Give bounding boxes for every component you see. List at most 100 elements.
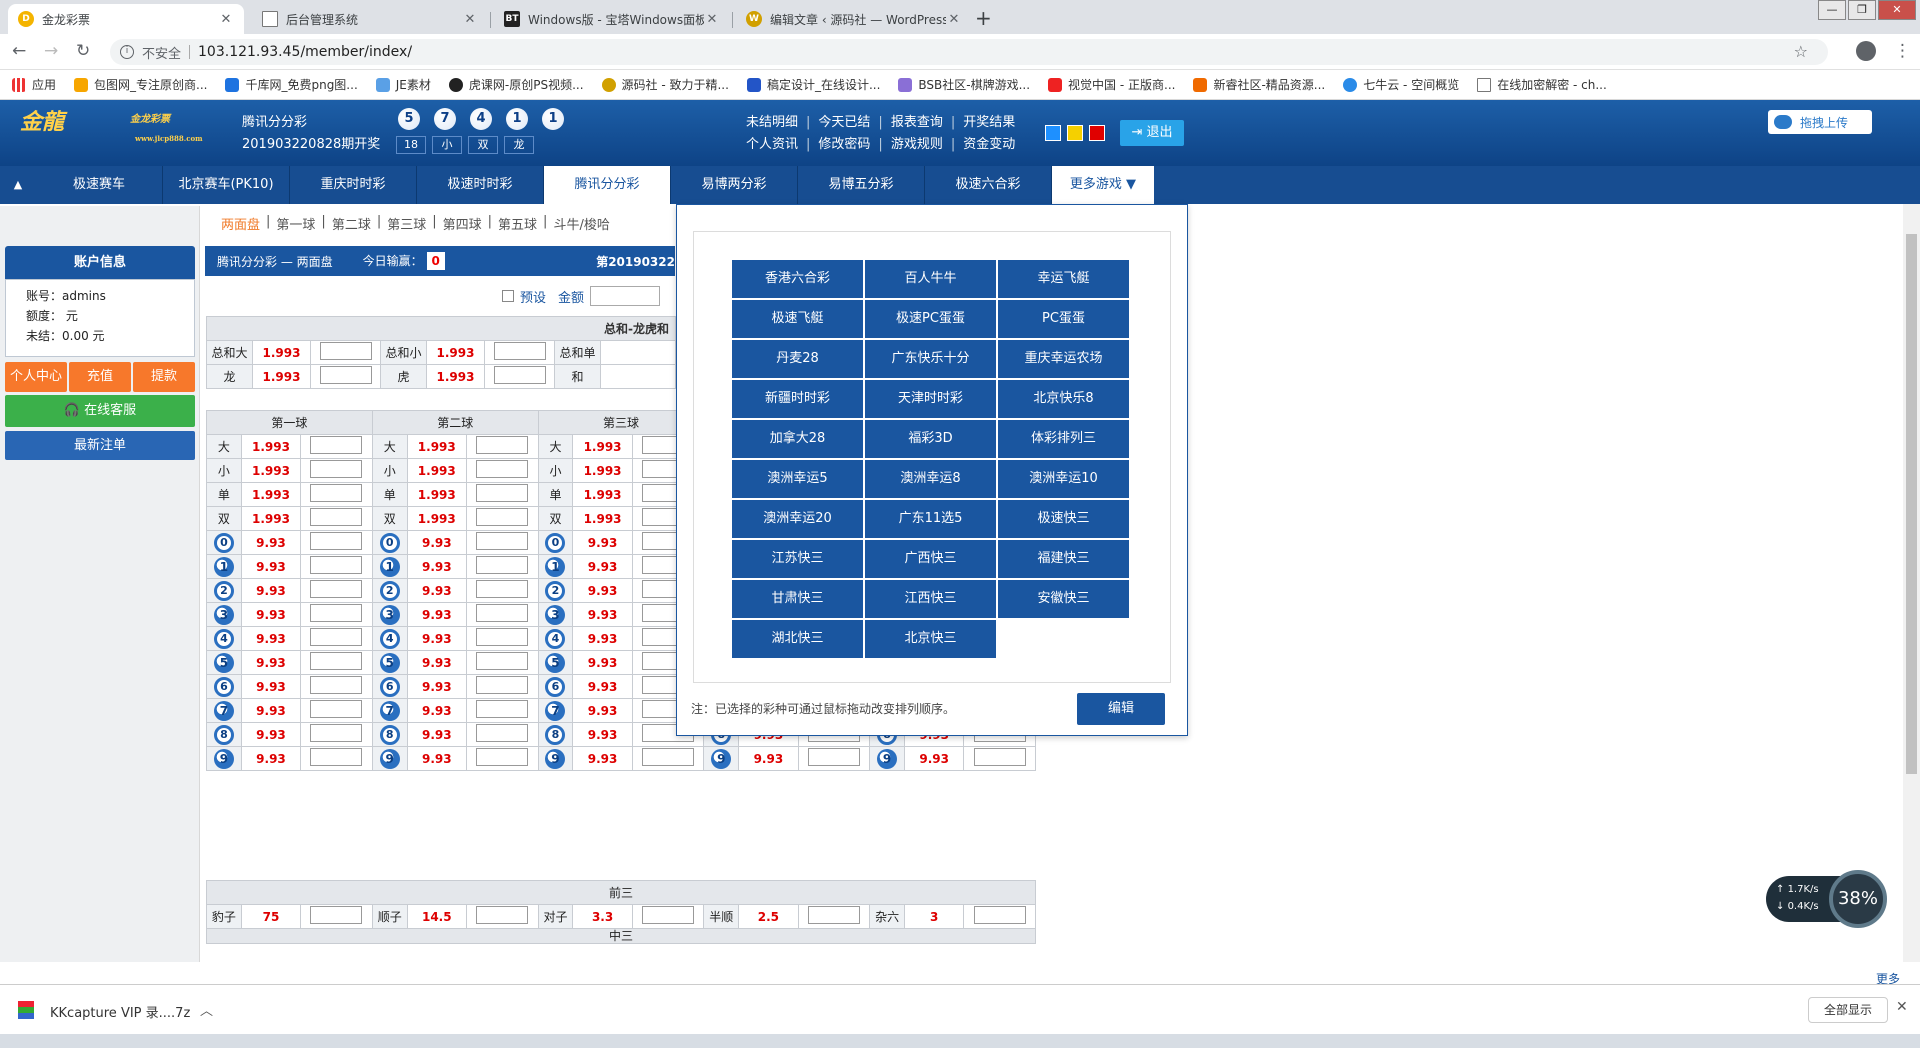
bookmark-item[interactable]: 源码社 - 致力于精... — [601, 76, 729, 93]
page-scrollbar[interactable] — [1903, 204, 1920, 962]
maximize-icon[interactable]: ❐ — [1848, 0, 1876, 20]
bet-amount-input[interactable] — [493, 366, 546, 384]
game-button[interactable]: 安徽快三 — [998, 580, 1129, 618]
show-all-button[interactable]: 全部显示 — [1808, 997, 1888, 1023]
bookmark-item[interactable]: 虎课网-原创PS视频... — [448, 76, 584, 93]
close-tab-icon[interactable]: ✕ — [218, 12, 234, 27]
game-button[interactable]: 丹麦28 — [732, 340, 863, 378]
bet-amount-input[interactable] — [310, 748, 363, 766]
bookmark-item[interactable]: 千库网_免费png图... — [225, 76, 358, 93]
bet-amount-input[interactable] — [476, 724, 529, 742]
bet-amount-input[interactable] — [476, 460, 529, 478]
bet-amount-input[interactable] — [310, 436, 363, 454]
personal-center-button[interactable]: 个人中心 — [5, 362, 67, 392]
bet-amount-input[interactable] — [310, 652, 363, 670]
bet-amount-input[interactable] — [807, 906, 860, 924]
game-button[interactable]: 澳洲幸运10 — [998, 460, 1129, 498]
link-reports[interactable]: 报表查询 — [891, 112, 943, 134]
bet-amount-input[interactable] — [310, 532, 363, 550]
bet-amount-input[interactable] — [973, 748, 1026, 766]
chevron-up-icon[interactable]: ︿ — [200, 1000, 213, 1019]
link-rules[interactable]: 游戏规则 — [891, 134, 943, 156]
nav-item[interactable]: 易博五分彩 — [798, 166, 925, 204]
bet-amount-input[interactable] — [476, 628, 529, 646]
subtab[interactable]: 斗牛/梭哈 — [553, 214, 609, 233]
bet-amount-input[interactable] — [319, 366, 372, 384]
game-button[interactable]: 北京快三 — [865, 620, 996, 658]
subtab[interactable]: 第三球 — [387, 214, 426, 233]
address-bar[interactable]: i 不安全 103.121.93.45/member/index/ ☆ — [110, 39, 1828, 65]
url-text[interactable]: 103.121.93.45/member/index/ — [198, 44, 412, 60]
bet-amount-input[interactable] — [310, 906, 363, 924]
skin-red-button[interactable] — [1089, 125, 1105, 141]
bookmark-item[interactable]: 包图网_专注原创商... — [74, 76, 207, 93]
more-games-button[interactable]: 更多游戏 ▼ — [1052, 166, 1154, 204]
nav-item[interactable]: 极速时时彩 — [417, 166, 544, 204]
bookmark-star-icon[interactable]: ☆ — [1794, 42, 1808, 61]
link-results[interactable]: 开奖结果 — [963, 112, 1015, 134]
preset-amount-input[interactable] — [590, 286, 661, 306]
game-button[interactable]: 北京快乐8 — [998, 380, 1129, 418]
game-button[interactable]: 福彩3D — [865, 420, 996, 458]
bet-amount-input[interactable] — [807, 748, 860, 766]
info-icon[interactable]: i — [120, 45, 134, 59]
forward-icon[interactable]: → — [44, 41, 58, 61]
browser-tab[interactable]: 后台管理系统 ✕ — [252, 4, 488, 34]
game-button[interactable]: PC蛋蛋 — [998, 300, 1129, 338]
edit-button[interactable]: 编辑 — [1077, 693, 1165, 725]
bookmark-item[interactable]: 七牛云 - 空间概览 — [1343, 76, 1459, 93]
bookmark-item[interactable]: 视觉中国 - 正版商... — [1048, 76, 1175, 93]
bet-amount-input[interactable] — [476, 508, 529, 526]
game-button[interactable]: 天津时时彩 — [865, 380, 996, 418]
game-button[interactable]: 极速飞艇 — [732, 300, 863, 338]
bet-amount-input[interactable] — [310, 580, 363, 598]
bet-amount-input[interactable] — [476, 532, 529, 550]
bookmark-item[interactable]: 新睿社区-精品资源... — [1193, 76, 1325, 93]
subtab[interactable]: 两面盘 — [221, 214, 260, 233]
close-tab-icon[interactable]: ✕ — [704, 12, 720, 27]
new-tab-icon[interactable]: + — [975, 6, 992, 30]
game-button[interactable]: 新疆时时彩 — [732, 380, 863, 418]
link-unsettled[interactable]: 未结明细 — [746, 112, 798, 134]
game-button[interactable]: 幸运飞艇 — [998, 260, 1129, 298]
bet-amount-input[interactable] — [642, 906, 695, 924]
link-settled-today[interactable]: 今天已结 — [818, 112, 870, 134]
game-button[interactable]: 体彩排列三 — [998, 420, 1129, 458]
subtab[interactable]: 第四球 — [443, 214, 482, 233]
bet-amount-input[interactable] — [310, 460, 363, 478]
bookmark-item[interactable]: JE素材 — [375, 76, 431, 93]
nav-item[interactable]: 北京赛车(PK10) — [163, 166, 290, 204]
subtab[interactable]: 第一球 — [276, 214, 315, 233]
bet-amount-input[interactable] — [476, 580, 529, 598]
browser-tab[interactable]: D 金龙彩票 ✕ — [8, 4, 244, 34]
bet-amount-input[interactable] — [493, 342, 546, 360]
close-window-icon[interactable]: ✕ — [1878, 0, 1916, 20]
drag-upload-button[interactable]: 拖拽上传 — [1768, 110, 1872, 134]
bet-amount-input[interactable] — [476, 484, 529, 502]
withdraw-button[interactable]: 提款 — [133, 362, 195, 392]
deposit-button[interactable]: 充值 — [69, 362, 131, 392]
link-change-password[interactable]: 修改密码 — [818, 134, 870, 156]
bookmark-item[interactable]: 应用 — [12, 76, 56, 93]
close-tab-icon[interactable]: ✕ — [946, 12, 962, 27]
skin-blue-checkbox[interactable] — [1045, 125, 1061, 141]
subtab[interactable]: 第五球 — [498, 214, 537, 233]
bet-amount-input[interactable] — [310, 604, 363, 622]
nav-item[interactable]: 极速六合彩 — [925, 166, 1052, 204]
online-service-button[interactable]: 🎧 在线客服 — [5, 395, 195, 427]
nav-item[interactable]: 重庆时时彩 — [290, 166, 417, 204]
game-button[interactable]: 重庆幸运农场 — [998, 340, 1129, 378]
bet-amount-input[interactable] — [310, 508, 363, 526]
bookmark-item[interactable]: 稿定设计_在线设计... — [746, 76, 880, 93]
collapse-up-icon[interactable]: ▲ — [0, 166, 36, 204]
bet-amount-input[interactable] — [310, 724, 363, 742]
browser-tab[interactable]: W 编辑文章 ‹ 源码社 — WordPress ✕ — [736, 4, 972, 34]
game-button[interactable]: 江苏快三 — [732, 540, 863, 578]
game-button[interactable]: 极速PC蛋蛋 — [865, 300, 996, 338]
reload-icon[interactable]: ↻ — [76, 41, 90, 61]
game-button[interactable]: 百人牛牛 — [865, 260, 996, 298]
profile-avatar-icon[interactable] — [1856, 41, 1876, 61]
bet-amount-input[interactable] — [973, 906, 1026, 924]
bet-amount-input[interactable] — [310, 628, 363, 646]
game-button[interactable]: 江西快三 — [865, 580, 996, 618]
